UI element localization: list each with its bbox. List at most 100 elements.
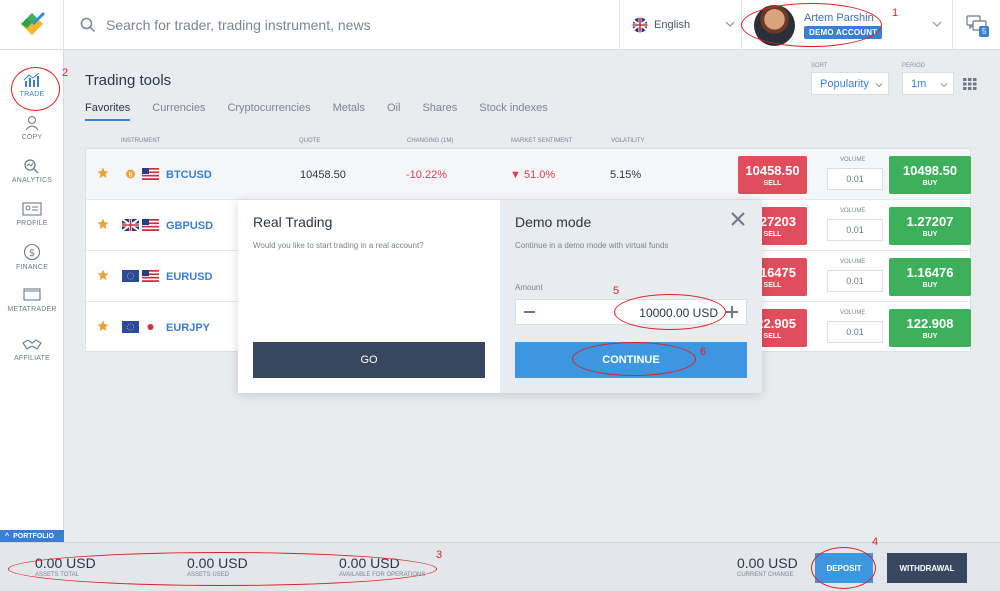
tab-currencies[interactable]: Currencies: [152, 102, 205, 121]
amount-label: Amount: [515, 283, 543, 292]
favorite-star-icon[interactable]: [97, 218, 109, 230]
sell-button[interactable]: 10458.50 SELL: [738, 156, 807, 194]
period-label: PERIOD: [902, 63, 926, 69]
notifications-button[interactable]: 5: [952, 0, 1000, 50]
deposit-button[interactable]: DEPOSIT: [815, 553, 873, 583]
sidebar-item-finance[interactable]: $ FINANCE: [0, 236, 64, 278]
sidebar-item-metatrader[interactable]: METATRADER: [0, 279, 64, 321]
search-icon: [80, 17, 96, 33]
close-icon[interactable]: [730, 211, 746, 227]
instrument-symbol[interactable]: EURUSD: [166, 271, 212, 283]
language-selector[interactable]: English: [620, 0, 742, 50]
table-header: INSTRUMENT QUOTE CHANGING (1M) MARKET SE…: [85, 138, 971, 148]
sidebar-item-label: AFFILIATE: [14, 355, 50, 362]
search-bar[interactable]: Search for trader, trading instrument, n…: [64, 0, 620, 50]
sidebar-item-affiliate[interactable]: AFFILIATE: [0, 329, 64, 371]
current-change-value: 0.00 USD: [737, 555, 798, 571]
assets-total-value: 0.00 USD: [35, 555, 96, 571]
period-select[interactable]: 1m: [902, 72, 954, 95]
column-header: MARKET SENTIMENT: [511, 138, 573, 144]
annotation-number: 4: [872, 536, 879, 548]
volume-label: VOLUME: [840, 259, 866, 265]
sidebar-item-trade[interactable]: TRADE: [0, 64, 64, 106]
buy-button[interactable]: 10498.50 BUY: [889, 156, 971, 194]
instrument-symbol[interactable]: BTCUSD: [166, 169, 212, 181]
tab-oil[interactable]: Oil: [387, 102, 400, 121]
minus-icon[interactable]: [524, 311, 535, 313]
buy-button[interactable]: 1.16476 BUY: [889, 258, 971, 296]
sidebar-item-copy[interactable]: COPY: [0, 107, 64, 149]
logo[interactable]: [0, 0, 64, 50]
sort-label: SORT: [811, 63, 828, 69]
buy-button[interactable]: 1.27207 BUY: [889, 207, 971, 245]
amount-input[interactable]: 10000.00 USD: [639, 306, 718, 320]
tab-stock-indexes[interactable]: Stock indexes: [479, 102, 547, 121]
sell-label: SELL: [763, 231, 782, 238]
user-profile[interactable]: Artem Parshin DEMO ACCOUNT: [742, 0, 952, 50]
portfolio-toggle[interactable]: ^ PORTFOLIO: [0, 530, 64, 542]
favorite-star-icon[interactable]: [97, 167, 109, 179]
sort-value: Popularity: [820, 77, 869, 90]
withdrawal-button[interactable]: WITHDRAWAL: [887, 553, 967, 583]
buy-label: BUY: [922, 333, 938, 340]
assets-used-value: 0.00 USD: [187, 555, 248, 571]
instrument-symbol[interactable]: GBPUSD: [166, 220, 213, 232]
tab-cryptocurrencies[interactable]: Cryptocurrencies: [227, 102, 310, 121]
buy-button[interactable]: 122.908 BUY: [889, 309, 971, 347]
tab-shares[interactable]: Shares: [422, 102, 457, 121]
sell-label: SELL: [763, 333, 782, 340]
buy-price: 122.908: [906, 316, 954, 331]
favorite-star-icon[interactable]: [97, 320, 109, 332]
page-title: Trading tools: [85, 72, 172, 89]
column-header: QUOTE: [299, 138, 321, 144]
sidebar-item-profile[interactable]: PROFILE: [0, 193, 64, 235]
us-flag-icon: [142, 219, 159, 231]
volume-input[interactable]: 0.01: [827, 219, 883, 241]
eu-flag-icon: [122, 321, 139, 333]
volume-label: VOLUME: [840, 310, 866, 316]
sentiment-percent: 51.0%: [523, 169, 556, 181]
down-triangle-icon: ▼: [510, 169, 521, 181]
us-flag-icon: [142, 270, 159, 282]
table-row[interactable]: B BTCUSD 10458.50 -10.22% ▼ 51.0% 5.15% …: [86, 149, 971, 200]
eu-flag-icon: [122, 270, 139, 282]
profile-card-icon: [22, 202, 42, 216]
avatar[interactable]: [754, 5, 795, 46]
chevron-down-icon[interactable]: [932, 19, 942, 29]
tab-favorites[interactable]: Favorites: [85, 102, 131, 121]
change-value: -10.22%: [406, 169, 447, 181]
continue-button[interactable]: CONTINUE: [515, 342, 747, 378]
search-input[interactable]: Search for trader, trading instrument, n…: [106, 17, 371, 33]
sidebar-item-analytics[interactable]: ANALYTICS: [0, 150, 64, 192]
annotation-number: 5: [613, 285, 620, 297]
volume-input[interactable]: 0.01: [827, 270, 883, 292]
amount-stepper[interactable]: 10000.00 USD: [515, 299, 747, 325]
available-label: AVAILABLE FOR OPERATIONS: [339, 572, 426, 578]
assets-total-label: ASSETS TOTAL: [35, 572, 80, 578]
volume-input[interactable]: 0.01: [827, 168, 883, 190]
sort-select[interactable]: Popularity: [811, 72, 889, 95]
column-header: VOLATILITY: [611, 138, 645, 144]
favorite-star-icon[interactable]: [97, 269, 109, 281]
svg-text:B: B: [128, 172, 132, 179]
chevron-down-icon: [940, 83, 948, 88]
us-flag-icon: [142, 168, 159, 180]
column-header: INSTRUMENT: [121, 138, 161, 144]
volume-input[interactable]: 0.01: [827, 321, 883, 343]
uk-flag-icon: [632, 17, 648, 33]
demo-mode-panel: Demo mode Continue in a demo mode with v…: [500, 200, 762, 393]
sidebar-item-label: COPY: [21, 134, 43, 141]
handshake-icon: [22, 339, 42, 350]
period-value: 1m: [911, 77, 927, 90]
chevron-down-icon: [725, 21, 735, 27]
go-button[interactable]: GO: [253, 342, 485, 378]
plus-icon[interactable]: [726, 306, 738, 318]
grid-view-icon[interactable]: [963, 78, 977, 90]
annotation-number: 1: [892, 7, 899, 19]
real-trading-description: Would you like to start trading in a rea…: [253, 241, 424, 250]
sell-price: 10458.50: [745, 163, 800, 178]
buy-price: 1.16476: [906, 265, 954, 280]
instrument-symbol[interactable]: EURJPY: [166, 322, 210, 334]
tab-metals[interactable]: Metals: [333, 102, 365, 121]
current-change-label: CURRENT CHANGE: [737, 572, 794, 578]
